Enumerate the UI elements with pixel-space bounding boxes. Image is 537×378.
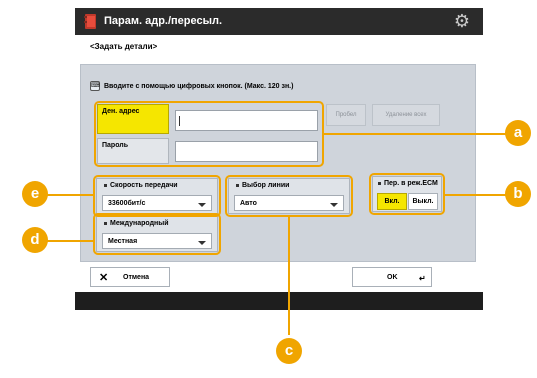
callout-a-highlight	[94, 101, 324, 167]
cancel-button[interactable]: ✕ Отмена	[90, 267, 170, 287]
page-title: Парам. адр./пересыл.	[104, 15, 223, 27]
callout-c-highlight	[225, 175, 353, 217]
enter-icon: ↵	[419, 274, 426, 283]
callout-d-line	[44, 240, 94, 242]
callout-b-line	[445, 194, 510, 196]
cancel-label: Отмена	[123, 274, 150, 281]
fax-book-icon	[83, 13, 99, 30]
callout-b-highlight	[369, 173, 445, 215]
ok-button[interactable]: OK ↵	[352, 267, 432, 287]
ok-label: OK	[387, 274, 398, 281]
delete-all-button[interactable]: Удаление всех	[372, 104, 440, 126]
close-icon: ✕	[99, 272, 109, 284]
callout-d-highlight	[93, 213, 221, 255]
callout-e-line	[44, 194, 94, 196]
space-button[interactable]: Пробел	[326, 104, 366, 126]
gear-icon[interactable]: ⚙	[452, 11, 472, 31]
page-subtitle: <Задать детали>	[90, 42, 158, 51]
keyboard-icon: ⌨	[90, 81, 100, 91]
callout-d-marker: d	[22, 227, 48, 253]
callout-e-marker: e	[22, 181, 48, 207]
callout-c-line	[288, 217, 290, 335]
callout-a-marker: a	[505, 120, 531, 146]
callout-c-marker: c	[276, 338, 302, 364]
status-bar	[75, 292, 483, 310]
callout-a-line	[324, 133, 510, 135]
callout-e-highlight	[93, 175, 221, 217]
callout-b-marker: b	[505, 181, 531, 207]
input-hint: Вводите с помощью цифровых кнопок. (Макс…	[104, 83, 294, 90]
